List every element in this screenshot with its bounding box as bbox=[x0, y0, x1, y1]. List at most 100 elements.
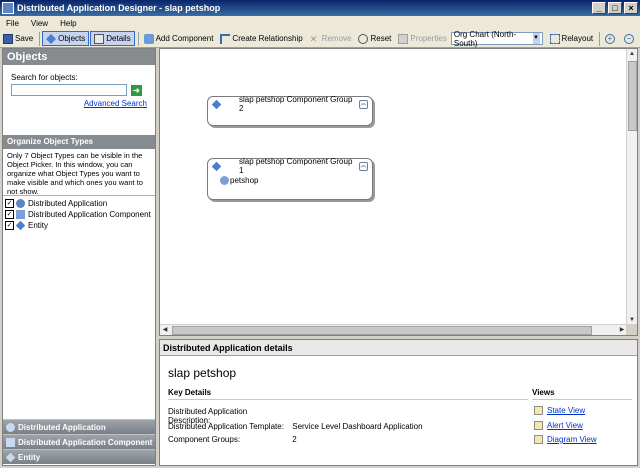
list-item[interactable]: ✓ Distributed Application bbox=[5, 198, 153, 209]
advanced-search-link[interactable]: Advanced Search bbox=[11, 99, 147, 108]
component-group[interactable]: slap petshop Component Group 2 ︽ bbox=[207, 95, 373, 126]
save-icon bbox=[3, 33, 13, 44]
vertical-scrollbar[interactable]: ▲ ▼ bbox=[626, 49, 637, 325]
collapse-icon[interactable]: ︽ bbox=[359, 99, 368, 109]
toolbar-separator bbox=[137, 31, 139, 46]
zoom-in-icon: + bbox=[605, 33, 616, 44]
state-view-icon bbox=[534, 406, 543, 415]
horizontal-scrollbar[interactable]: ◀ ▶ bbox=[160, 324, 627, 335]
app-icon bbox=[2, 2, 14, 14]
diamond-icon bbox=[46, 33, 57, 44]
object-types-list: ✓ Distributed Application ✓ Distributed … bbox=[3, 195, 155, 431]
list-item[interactable]: ✓ Entity bbox=[5, 220, 153, 231]
zoom-out-button[interactable]: − bbox=[621, 31, 639, 46]
objects-label: Objects bbox=[58, 34, 86, 43]
properties-label: Properties bbox=[410, 34, 447, 43]
search-row: ➜ bbox=[11, 84, 147, 96]
checkbox[interactable]: ✓ bbox=[5, 210, 14, 219]
checkbox[interactable]: ✓ bbox=[5, 199, 14, 208]
close-button[interactable]: × bbox=[624, 2, 638, 14]
menu-help[interactable]: Help bbox=[54, 19, 82, 28]
window-titlebar: Distributed Application Designer - slap … bbox=[0, 0, 640, 16]
details-pane-header: Distributed Application details bbox=[160, 340, 637, 356]
gear-icon bbox=[220, 175, 229, 185]
remove-label: Remove bbox=[321, 34, 352, 43]
search-label: Search for objects: bbox=[11, 73, 78, 82]
component-group-title: slap petshop Component Group 1 bbox=[239, 157, 353, 175]
diagram-view-link[interactable]: Diagram View bbox=[534, 435, 597, 444]
toolbar: Save Objects Details Add Component Creat… bbox=[0, 30, 640, 48]
add-component-button[interactable]: Add Component bbox=[141, 31, 217, 46]
distributed-application-icon bbox=[16, 199, 25, 208]
component-icon bbox=[6, 437, 15, 447]
view-link-label: Alert View bbox=[547, 421, 583, 430]
menu-view[interactable]: View bbox=[25, 19, 54, 28]
zoom-in-button[interactable]: + bbox=[602, 31, 620, 46]
entity-icon bbox=[15, 220, 26, 231]
toolbar-separator bbox=[39, 31, 41, 46]
details-toggle-button[interactable]: Details bbox=[90, 31, 135, 46]
layout-select[interactable]: Org Chart (North-South) ▼ bbox=[450, 30, 543, 48]
wunderbar-distributed-application[interactable]: Distributed Application bbox=[3, 419, 155, 434]
add-component-label: Add Component bbox=[155, 34, 214, 43]
view-link-label: Diagram View bbox=[547, 435, 597, 444]
chevron-down-icon: ▼ bbox=[532, 33, 540, 44]
toolbar-separator bbox=[599, 31, 601, 46]
component-group[interactable]: slap petshop Component Group 1 ︽ petshop bbox=[207, 157, 373, 200]
relayout-label: Relayout bbox=[561, 34, 594, 43]
remove-button[interactable]: ✕ Remove bbox=[307, 31, 355, 46]
organize-types-description: Only 7 Object Types can be visible in th… bbox=[7, 151, 143, 195]
wunderbar-component[interactable]: Distributed Application Component bbox=[3, 434, 155, 449]
save-label: Save bbox=[15, 34, 34, 43]
collapse-icon[interactable]: ︽ bbox=[359, 161, 368, 171]
create-relationship-label: Create Relationship bbox=[232, 34, 303, 43]
list-item[interactable]: ✓ Distributed Application Component bbox=[5, 209, 153, 220]
detail-value: 2 bbox=[292, 435, 297, 444]
detail-row: Component Groups: 2 bbox=[168, 435, 297, 444]
vertical-scroll-thumb[interactable] bbox=[628, 61, 637, 131]
minimize-button[interactable]: _ bbox=[592, 2, 606, 14]
search-input[interactable] bbox=[11, 84, 127, 96]
search-go-button[interactable]: ➜ bbox=[131, 84, 142, 96]
reset-icon bbox=[358, 33, 369, 44]
checkbox[interactable]: ✓ bbox=[5, 221, 14, 230]
maximize-button[interactable]: □ bbox=[608, 2, 622, 14]
group-member[interactable]: petshop bbox=[208, 173, 372, 187]
wunderbar-entity[interactable]: Entity bbox=[3, 449, 155, 464]
objects-toggle-button[interactable]: Objects bbox=[42, 31, 90, 46]
type-label: Distributed Application bbox=[28, 199, 108, 208]
group-member-label: petshop bbox=[230, 175, 259, 185]
save-button[interactable]: Save bbox=[0, 31, 36, 46]
relayout-button[interactable]: Relayout bbox=[547, 31, 597, 46]
scroll-corner bbox=[626, 324, 637, 335]
scroll-left-icon[interactable]: ◀ bbox=[160, 325, 170, 335]
reset-button[interactable]: Reset bbox=[355, 31, 394, 46]
horizontal-scroll-thumb[interactable] bbox=[172, 326, 592, 335]
relayout-icon bbox=[549, 33, 560, 44]
view-link-label: State View bbox=[547, 406, 586, 415]
menu-file[interactable]: File bbox=[0, 19, 25, 28]
diagram-canvas[interactable]: slap petshop Component Group 2 ︽ slap pe… bbox=[159, 48, 638, 336]
state-view-link[interactable]: State View bbox=[534, 406, 585, 415]
remove-icon: ✕ bbox=[309, 33, 318, 44]
wunderbar-label: Entity bbox=[18, 452, 41, 462]
properties-button[interactable]: Properties bbox=[395, 31, 449, 46]
create-relationship-button[interactable]: Create Relationship bbox=[217, 31, 305, 46]
organize-types-header: Organize Object Types bbox=[3, 135, 155, 149]
details-pane: Distributed Application details slap pet… bbox=[159, 339, 638, 466]
distributed-application-icon bbox=[6, 422, 15, 432]
detail-value: Service Level Dashboard Application bbox=[292, 422, 423, 431]
scroll-up-icon[interactable]: ▲ bbox=[627, 49, 637, 59]
type-label: Distributed Application Component bbox=[28, 210, 151, 219]
wunderbar-label: Distributed Application Component bbox=[18, 437, 153, 447]
diagram-view-icon bbox=[534, 435, 543, 444]
objects-pane-header: Objects bbox=[3, 49, 155, 65]
relationship-icon bbox=[220, 33, 231, 44]
alert-view-link[interactable]: Alert View bbox=[534, 421, 583, 430]
objects-pane: Objects Search for objects: ➜ Advanced S… bbox=[2, 48, 156, 466]
search-block: Search for objects: ➜ Advanced Search bbox=[3, 65, 155, 135]
window-title: Distributed Application Designer - slap … bbox=[17, 3, 221, 13]
details-label: Details bbox=[106, 34, 131, 43]
key-details-heading: Key Details bbox=[168, 388, 528, 400]
properties-icon bbox=[398, 33, 409, 44]
